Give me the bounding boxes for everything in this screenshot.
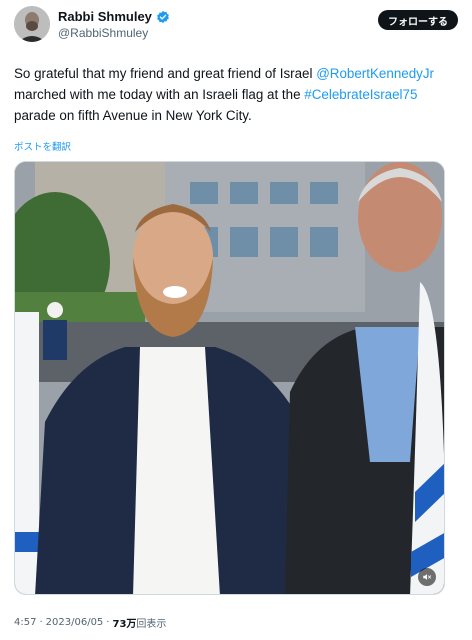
post-date[interactable]: 2023/06/05 [46, 617, 104, 628]
speaker-muted-icon[interactable] [418, 568, 436, 586]
tweet-meta: 4:57 · 2023/06/05 · 73万 回表示 [14, 615, 166, 630]
views-label: 回表示 [136, 619, 167, 630]
mention-link[interactable]: @RobertKennedyJr [316, 66, 434, 81]
views-count[interactable]: 73万 [112, 615, 136, 630]
tweet-text-segment: parade on fifth Avenue in New York City. [14, 108, 252, 123]
tweet-text-segment: So grateful that my friend and great fri… [14, 66, 317, 81]
post-time[interactable]: 4:57 [14, 617, 36, 628]
hashtag-link[interactable]: #CelebrateIsrael75 [304, 87, 417, 102]
author-display-name[interactable]: Rabbi Shmuley [58, 9, 152, 24]
tweet-header: Rabbi Shmuley @RabbiShmuley フォローする [14, 4, 458, 46]
tweet-media-video[interactable] [14, 161, 445, 595]
tweet-text-segment: marched with me today with an Israeli fl… [14, 87, 305, 102]
author-avatar[interactable] [14, 6, 50, 42]
meta-separator: · [106, 617, 110, 628]
translate-post-link[interactable]: ポストを翻訳 [14, 139, 71, 153]
verified-badge-icon [156, 10, 170, 24]
follow-button[interactable]: フォローする [378, 10, 458, 30]
video-frame [15, 162, 444, 594]
author-handle[interactable]: @RabbiShmuley [58, 26, 148, 40]
meta-separator: · [39, 617, 43, 628]
tweet-text: So grateful that my friend and great fri… [14, 63, 454, 126]
